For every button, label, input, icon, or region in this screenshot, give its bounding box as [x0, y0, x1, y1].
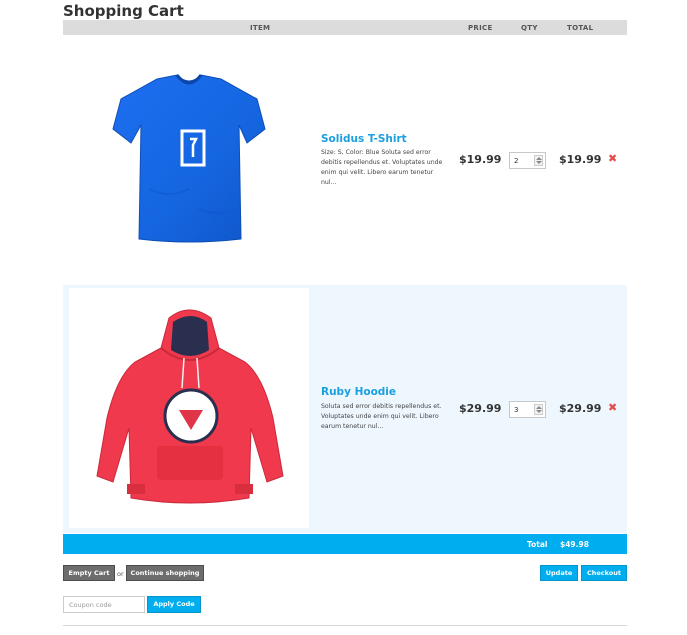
quantity-value: 2 — [514, 157, 519, 165]
item-price: $29.99 — [459, 402, 502, 415]
product-name-link[interactable]: Ruby Hoodie — [321, 386, 396, 398]
page-title: Shopping Cart — [63, 2, 184, 20]
spinner-arrows-icon[interactable] — [534, 155, 543, 166]
item-total: $29.99 — [559, 402, 602, 415]
product-image[interactable] — [69, 288, 309, 528]
cart-total-bar: Total $49.98 — [63, 534, 627, 554]
header-qty: QTY — [521, 24, 538, 32]
spinner-arrows-icon[interactable] — [534, 404, 543, 415]
cart-row: Ruby Hoodie Soluta sed error debitis rep… — [63, 285, 627, 533]
product-image[interactable] — [69, 39, 309, 279]
item-total: $19.99 — [559, 153, 602, 166]
coupon-input[interactable]: Coupon code — [63, 596, 145, 613]
product-description: Size: S, Color: Blue Soluta sed error de… — [321, 149, 443, 186]
total-label: Total — [527, 540, 548, 549]
apply-code-button[interactable]: Apply Code — [147, 596, 201, 613]
checkout-button[interactable]: Checkout — [581, 565, 627, 581]
continue-shopping-button[interactable]: Continue shopping — [126, 565, 204, 581]
header-price: PRICE — [468, 24, 493, 32]
header-item: ITEM — [250, 24, 271, 32]
or-separator: or — [117, 570, 124, 578]
empty-cart-button[interactable]: Empty Cart — [63, 565, 115, 581]
quantity-stepper[interactable]: 2 — [509, 152, 546, 169]
cart-table-header: ITEM PRICE QTY TOTAL — [63, 20, 627, 35]
header-total: TOTAL — [567, 24, 594, 32]
tshirt-icon — [112, 74, 266, 243]
quantity-value: 3 — [514, 406, 519, 414]
total-amount: $49.98 — [560, 540, 589, 549]
hoodie-icon — [96, 309, 284, 504]
remove-item-icon[interactable]: ✖ — [608, 401, 617, 414]
product-name-link[interactable]: Solidus T-Shirt — [321, 133, 407, 145]
divider — [63, 625, 627, 626]
quantity-stepper[interactable]: 3 — [509, 401, 546, 418]
remove-item-icon[interactable]: ✖ — [608, 152, 617, 165]
product-description: Soluta sed error debitis repellendus et.… — [321, 403, 442, 430]
item-price: $19.99 — [459, 153, 502, 166]
update-button[interactable]: Update — [540, 565, 578, 581]
cart-row: Solidus T-Shirt Size: S, Color: Blue Sol… — [63, 36, 627, 284]
